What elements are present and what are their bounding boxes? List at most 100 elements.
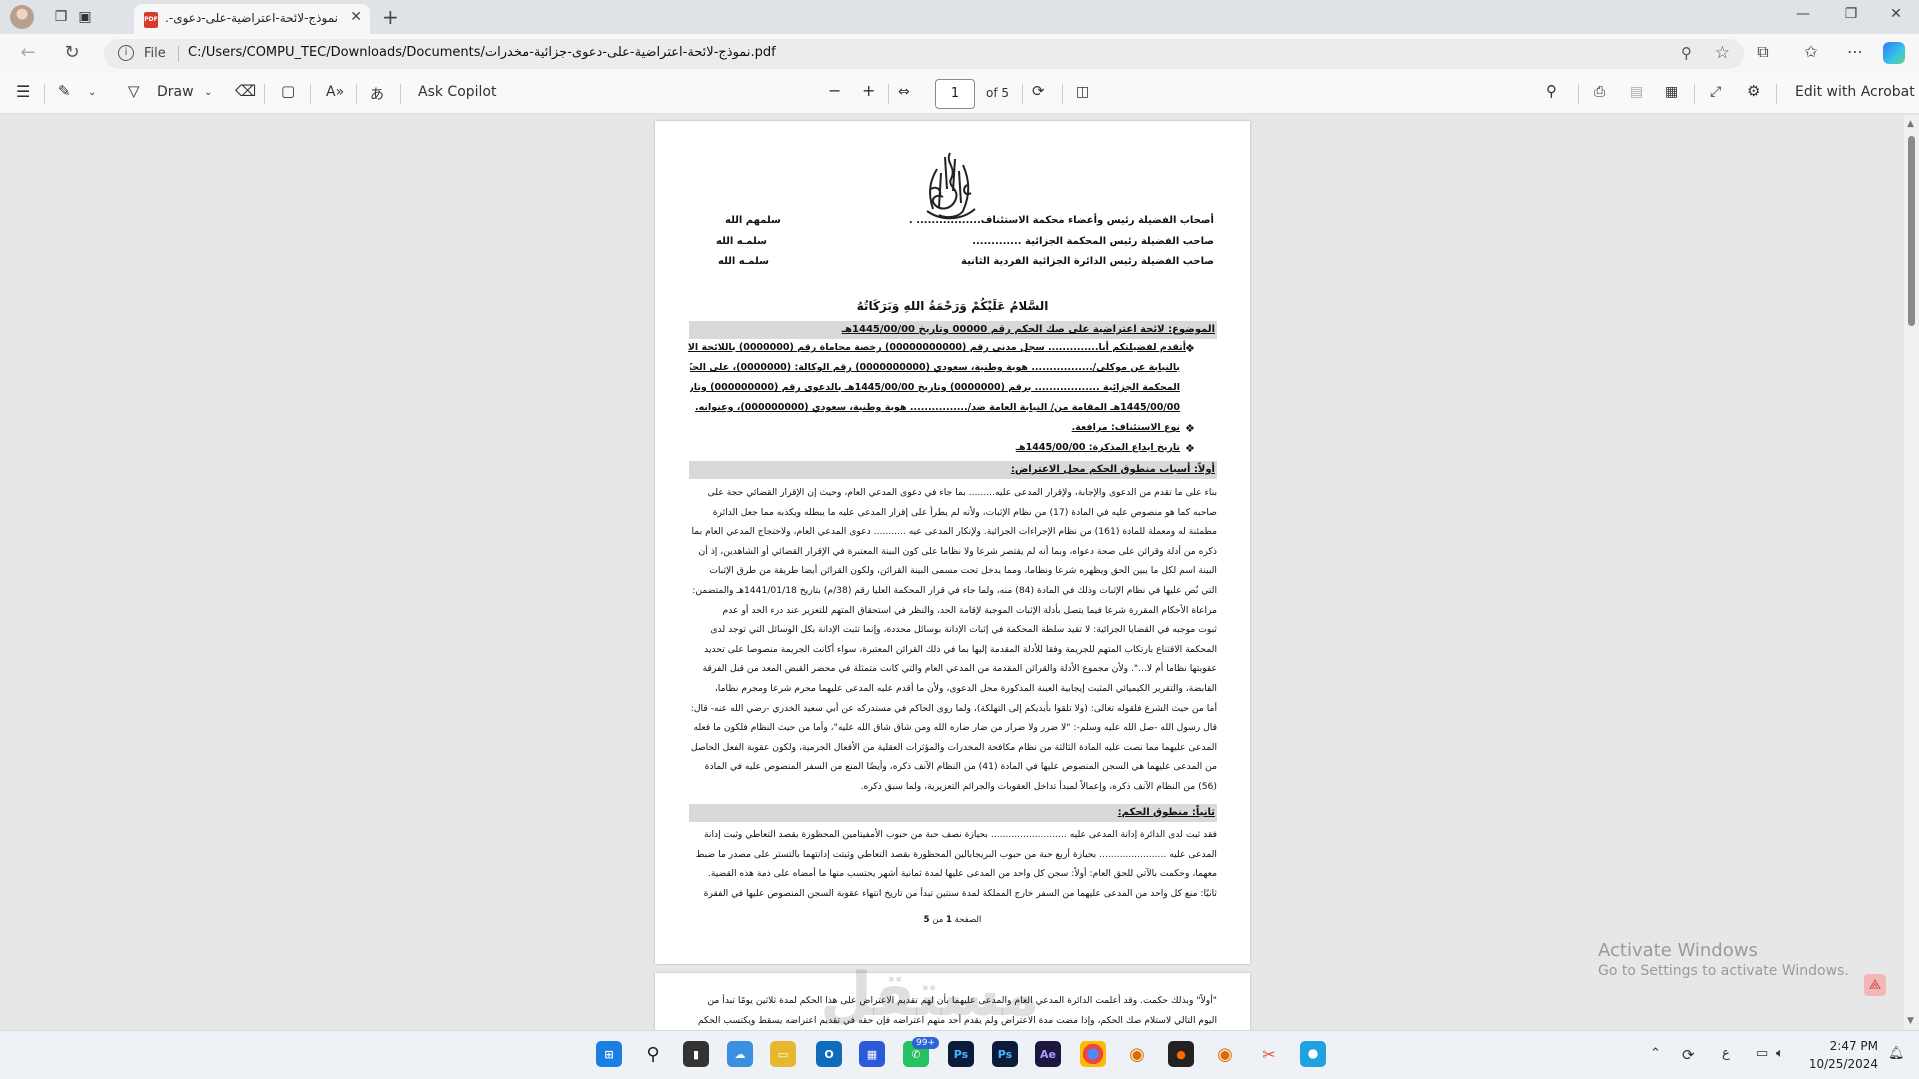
address-bar[interactable]: i File C:/Users/COMPU_TEC/Downloads/Docu… [104,39,1744,69]
taskbar: ⊞ ⚲ ▮ ☁ ▭ O ▦ ✆ 99+ Ps Ps Ae ◉ ● ◉ ✂ ⌃ ⟳… [0,1030,1919,1079]
section1-heading: أولاً: أسباب منطوق الحكم محل الاعتراض: [689,461,1217,479]
new-tab-button[interactable]: + [382,5,399,29]
blender-alt-icon[interactable]: ◉ [1212,1041,1238,1067]
intro-line: 1445/00/00هـ المقامة من/ النيابة العامة … [695,402,1180,413]
blender-icon[interactable]: ◉ [1124,1041,1150,1067]
addressee-text: صاحب الفضيلة رئيس المحكمة الجزائية .....… [972,236,1214,247]
text-box-icon[interactable]: ▢ [281,82,295,100]
page-view-icon[interactable]: ◫ [1076,84,1089,100]
body-line: مطمئنة له ومعملة للمادة (161) من نظام ال… [691,526,1217,538]
chrome-icon[interactable] [1080,1041,1106,1067]
vertical-scrollbar[interactable]: ▲ ▼ [1904,115,1919,1030]
zoom-icon[interactable]: ⚲ [1681,44,1692,62]
clock-date: 10/25/2024 [1808,1057,1878,1071]
refresh-icon[interactable]: ↻ [60,42,84,63]
body-line: المدعى عليهما مما نصت عليه المادة الثالث… [691,741,1217,753]
print-icon[interactable]: ⎙ [1594,84,1605,100]
ask-copilot-button[interactable]: Ask Copilot [418,84,497,100]
extensions-icon[interactable]: ⧉ [1750,42,1776,62]
task-view-icon[interactable]: ▮ [683,1041,709,1067]
highlight-icon[interactable]: ✎ [58,82,71,100]
acrobat-icon[interactable]: ⟁ [1864,974,1886,996]
workspaces-icon[interactable]: ❐ [50,6,72,28]
body-line: القابضة، والتقرير الكيميائي المثبت إيجاب… [714,682,1217,694]
draw-icon[interactable]: ▽ [128,82,140,100]
eraser-icon[interactable]: ⌫ [235,82,256,100]
rotate-icon[interactable]: ⟳ [1032,82,1045,100]
addressee-salute: سلمـه الله [718,256,769,267]
notifications-bell-icon[interactable]: 🔔︎ [1888,1046,1905,1061]
file-explorer-icon[interactable]: ▭ [770,1041,796,1067]
scroll-down-icon[interactable]: ▼ [1907,1016,1914,1026]
memo-date: تاريخ ايداع المذكرة: 1445/00/00هـ [1015,442,1180,453]
watermark-logo: مستقل [820,960,1040,1030]
widgets-icon[interactable]: ☁ [727,1041,753,1067]
activate-title: Activate Windows [1598,940,1758,961]
restore-icon[interactable]: ❐ [1839,6,1863,22]
page-number-input[interactable]: 1 [935,79,975,109]
body-line: البينة اسم لكل ما يبين الحق ويظهره شرعا … [709,565,1217,577]
favorite-star-icon[interactable]: ☆ [1715,43,1730,63]
toolbar-divider [400,84,401,104]
footer-prefix: الصفحة [954,915,982,925]
after-effects-icon[interactable]: Ae [1035,1041,1061,1067]
outlook-icon[interactable]: O [816,1041,842,1067]
close-window-icon[interactable]: ✕ [1884,6,1908,22]
more-menu-icon[interactable]: ⋯ [1842,42,1868,61]
edge-icon[interactable] [1300,1041,1326,1067]
addressee-line: صاحب الفضيلة رئيس المحكمة الجزائية .....… [972,236,1214,247]
system-clock[interactable]: 2:47 PM 10/25/2024 [1790,1037,1878,1073]
edit-with-acrobat-button[interactable]: Edit with Acrobat [1795,84,1915,100]
chevron-down-icon[interactable]: ⌄ [204,87,212,98]
scroll-up-icon[interactable]: ▲ [1907,119,1914,129]
volume-icon[interactable]: 🔈︎ [1776,1046,1784,1061]
tab-actions-icon[interactable]: ▣ [74,6,96,28]
tab-pdf[interactable]: PDF نموذج-لائحة-اعتراضية-على-دعوى-... ✕ [134,4,370,34]
network-icon[interactable]: ▭ [1756,1046,1768,1061]
section1-body: بناء على ما تقدم من الدعوى والإجابة، ولإ… [691,483,1217,797]
copilot-icon[interactable] [1883,42,1905,64]
draw-button[interactable]: Draw [157,84,194,100]
snipping-tool-icon[interactable]: ✂ [1256,1041,1282,1067]
settings-gear-icon[interactable]: ⚙ [1747,82,1760,100]
read-aloud-icon[interactable]: A» [326,84,344,100]
contents-icon[interactable]: ☰ [16,82,30,101]
search-icon[interactable]: ⚲ [1546,82,1557,100]
chevron-down-icon[interactable]: ⌄ [88,87,96,98]
translate-icon[interactable]: あ [370,84,384,104]
store-icon[interactable]: ▦ [859,1041,885,1067]
profile-avatar[interactable] [10,5,34,29]
url-text[interactable]: C:/Users/COMPU_TEC/Downloads/Documents/ن… [188,45,776,60]
save-icon[interactable]: ▤ [1630,84,1643,100]
page-footer: الصفحة 1 من 5 [655,915,1250,925]
address-scheme: File [144,46,166,61]
sync-icon[interactable]: ⟳ [1682,1046,1695,1064]
fullscreen-icon[interactable]: ⤢ [1710,84,1721,100]
fit-page-icon[interactable]: ⇔ [898,84,910,100]
zoom-in-icon[interactable]: + [862,81,875,100]
close-tab-icon[interactable]: ✕ [350,9,362,25]
search-icon[interactable]: ⚲ [640,1041,666,1067]
toolbar-divider [1776,84,1777,104]
body-line: بناء على ما تقدم من الدعوى والإجابة، ولإ… [707,487,1217,498]
language-indicator[interactable]: ع [1722,1046,1730,1061]
pdf-viewer[interactable]: أصحاب الفضيلة رئيس وأعضاء محكمة الاستئنا… [0,115,1904,1030]
section2-body: فقد ثبت لدى الدائرة إدانة المدعى عليه ..… [691,825,1217,903]
save-as-icon[interactable]: ▦ [1665,84,1678,100]
activate-subtitle: Go to Settings to activate Windows. [1598,963,1849,979]
body-line: أما من حيث الشرع فلقوله تعالى: (ولا تلقو… [691,702,1217,714]
tray-chevron-icon[interactable]: ⌃ [1650,1046,1661,1061]
favorites-icon[interactable]: ✩ [1798,42,1824,61]
minimize-icon[interactable]: — [1791,6,1815,22]
notification-badge: 99+ [912,1037,939,1049]
toolbar-divider [1062,84,1063,104]
info-icon[interactable]: i [118,45,134,61]
photoshop-alt-icon[interactable]: Ps [992,1041,1018,1067]
back-icon[interactable]: ← [16,42,40,63]
zoom-out-icon[interactable]: − [828,81,841,100]
scrollbar-thumb[interactable] [1908,136,1915,326]
photoshop-icon[interactable]: Ps [948,1041,974,1067]
obs-icon[interactable]: ● [1168,1041,1194,1067]
clock-time: 2:47 PM [1829,1039,1878,1053]
start-icon[interactable]: ⊞ [596,1041,622,1067]
